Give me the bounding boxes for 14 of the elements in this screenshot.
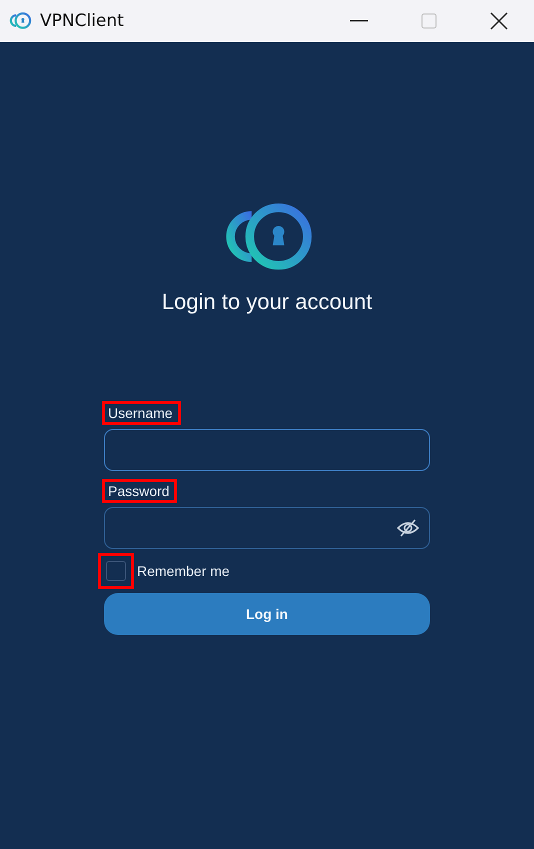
close-icon [490, 12, 508, 30]
logo-icon [8, 12, 32, 30]
username-field[interactable] [104, 429, 430, 472]
login-heading: Login to your account [162, 289, 372, 316]
maximize-icon [421, 13, 437, 29]
password-field[interactable] [104, 507, 430, 550]
field-label: Username [104, 403, 179, 424]
minimize-icon [350, 20, 368, 22]
field-label: Password [104, 481, 176, 502]
login-button[interactable]: Log in [104, 593, 430, 636]
window-title: VPNClient [40, 11, 125, 31]
remember-label: Remember me [137, 563, 230, 580]
remember-checkbox[interactable] [106, 561, 126, 582]
eye-off-icon[interactable] [397, 519, 419, 538]
